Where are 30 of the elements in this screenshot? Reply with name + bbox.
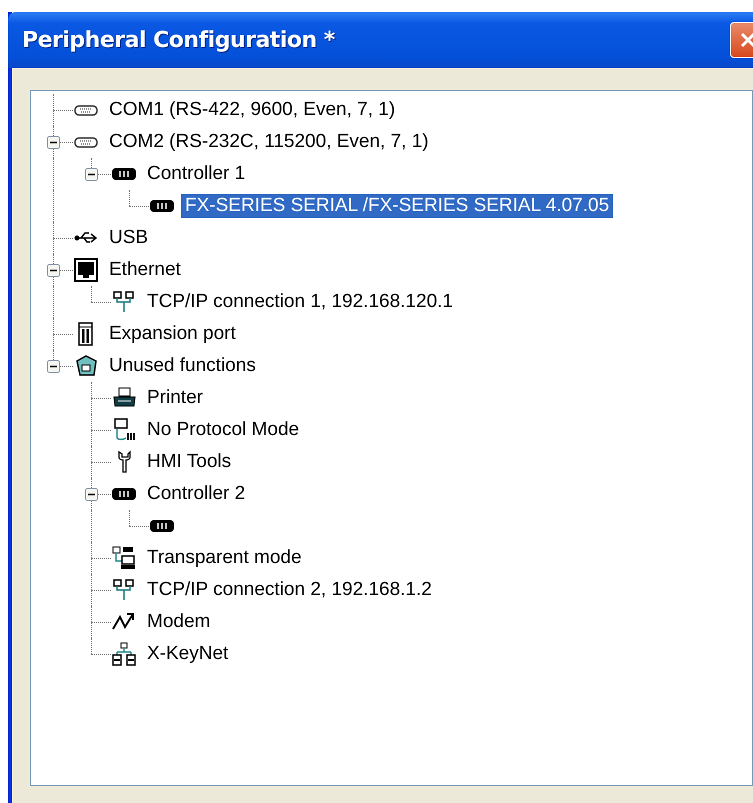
collapse-toggle[interactable]	[47, 136, 60, 149]
tree-item[interactable]: X-KeyNet	[143, 642, 232, 666]
collapse-toggle[interactable]	[85, 488, 98, 501]
collapse-toggle[interactable]	[47, 264, 60, 277]
tree-item[interactable]: Controller 2	[143, 482, 250, 506]
tree-item[interactable]: Expansion port	[105, 322, 240, 346]
tree-item[interactable]: COM2 (RS-232C, 115200, Even, 7, 1)	[105, 130, 433, 154]
window-title: Peripheral Configuration *	[22, 28, 335, 52]
tree-item[interactable]: TCP/IP connection 2, 192.168.1.2	[143, 578, 436, 602]
tree-item[interactable]: Unused functions	[105, 354, 260, 378]
computer-network-icon	[111, 545, 137, 571]
tree-item[interactable]: USB	[105, 226, 152, 250]
tree-item[interactable]: Printer	[143, 386, 207, 410]
network-icon	[111, 577, 137, 603]
tree-item[interactable]: Controller 1	[143, 162, 250, 186]
close-icon	[738, 30, 753, 50]
ethernet-port-icon	[73, 257, 99, 283]
tree-item[interactable]: No Protocol Mode	[143, 418, 304, 442]
network-tree-icon	[111, 641, 137, 667]
tree-item[interactable]: TCP/IP connection 1, 192.168.120.1	[143, 290, 457, 314]
tree-item[interactable]: COM1 (RS-422, 9600, Even, 7, 1)	[105, 98, 400, 122]
collapse-toggle[interactable]	[47, 360, 60, 373]
box-icon	[73, 353, 99, 379]
network-icon	[111, 289, 137, 315]
tree-item[interactable]: FX-SERIES SERIAL /FX-SERIES SERIAL 4.07.05	[181, 194, 614, 218]
tree-item[interactable]: Modem	[143, 610, 214, 634]
tree-item[interactable]: Ethernet	[105, 258, 185, 282]
tree-item[interactable]: Transparent mode	[143, 546, 306, 570]
tree-item[interactable]: HMI Tools	[143, 450, 236, 474]
collapse-toggle[interactable]	[85, 168, 98, 181]
